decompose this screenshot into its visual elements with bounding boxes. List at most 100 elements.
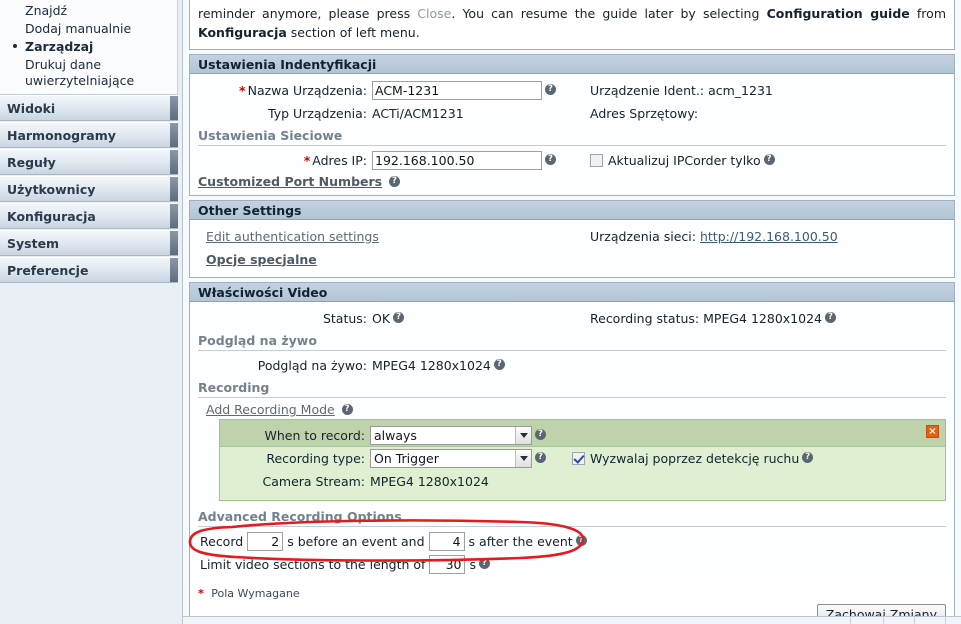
notice-text-part1: reminder anymore, please press (198, 6, 418, 21)
sidebar-item-drukuj-dane[interactable]: Drukuj dane uwierzytelniające (0, 56, 177, 90)
application-window: Znajdź Dodaj manualnie Zarządzaj Drukuj … (0, 0, 961, 624)
sidebar-item-preferencje[interactable]: Preferencje (0, 257, 178, 283)
sidebar-nav-label: System (7, 235, 60, 251)
close-link[interactable]: Close (417, 6, 451, 21)
help-icon[interactable]: ? (388, 176, 400, 187)
help-icon[interactable]: ? (535, 452, 546, 463)
recording-mode-block: × When to record: always ? Recording typ… (219, 419, 946, 501)
status-divider (914, 617, 915, 624)
help-icon[interactable]: ? (535, 429, 546, 440)
when-to-record-label: When to record: (264, 428, 365, 443)
help-icon[interactable]: ? (824, 311, 836, 323)
edit-authentication-settings-link[interactable]: Edit authentication settings (206, 229, 379, 244)
limit-suffix-label: s (469, 556, 476, 572)
when-to-record-row: When to record: always ? (226, 424, 939, 447)
live-preview-row: Podgląd na żywo: MPEG4 1280x1024 ? (198, 354, 946, 376)
network-settings-subheader: Ustawienia Sieciowe (198, 126, 946, 146)
edit-auth-row: Edit authentication settings Urządzenia … (198, 225, 946, 247)
notice-bold-configuration-guide: Configuration guide (766, 6, 910, 21)
limit-prefix-label: Limit video sections to the length of (200, 556, 426, 572)
help-icon[interactable]: ? (545, 83, 556, 95)
status-divider (883, 617, 884, 624)
bottom-status-bar (183, 616, 961, 624)
required-asterisk: * (198, 587, 204, 600)
network-device-url-link[interactable]: http://192.168.100.50 (696, 229, 838, 244)
when-to-record-value: always (374, 428, 417, 443)
notice-bold-konfiguracja: Konfiguracja (198, 25, 287, 40)
help-icon[interactable]: ? (393, 311, 405, 323)
special-options-row: Opcje specjalne (198, 248, 946, 270)
nav-edge-cap (170, 123, 178, 147)
recording-status-label: Recording status: (590, 310, 700, 326)
notice-text-part3: from (909, 6, 946, 21)
device-name-label: * Nazwa Urządzenia: (198, 83, 372, 98)
when-to-record-select[interactable]: always (370, 426, 532, 445)
identification-section-body: *Nazwa Urządzenia: ? Urządzenie Ident.: … (190, 74, 954, 195)
advanced-recording-options-subheader: Advanced Recording Options (198, 507, 946, 527)
ip-address-label-text: Adres IP: (312, 152, 367, 168)
device-ident-value: acm_1231 (708, 82, 773, 98)
sidebar-nav-label: Reguły (7, 154, 56, 170)
camera-stream-label: Camera Stream: (262, 474, 365, 489)
special-options-link[interactable]: Opcje specjalne (206, 252, 317, 267)
device-name-row: *Nazwa Urządzenia: ? Urządzenie Ident.: … (198, 79, 946, 101)
nav-edge-cap (170, 258, 178, 282)
sidebar-nav-label: Preferencje (7, 262, 89, 278)
update-ipcorder-only-checkbox[interactable] (590, 153, 603, 167)
sidebar-item-konfiguracja[interactable]: Konfiguracja (0, 203, 178, 229)
nav-edge-cap (170, 150, 178, 174)
sidebar-item-znajdz[interactable]: Znajdź (0, 2, 177, 20)
device-type-row: Typ Urządzenia: ACTi/ACM1231 Adres Sprzę… (198, 102, 946, 124)
nav-edge-cap (170, 177, 178, 201)
sidebar-sub-label: Dodaj manualnie (25, 21, 132, 36)
help-icon[interactable]: ? (802, 452, 814, 463)
record-mid-label: s before an event and (287, 533, 425, 549)
motion-detection-checkbox[interactable] (572, 452, 585, 465)
sidebar-item-uzytkownicy[interactable]: Użytkownicy (0, 176, 178, 202)
sidebar-item-dodaj-manualnie[interactable]: Dodaj manualnie (0, 20, 177, 38)
sidebar-item-harmonogramy[interactable]: Harmonogramy (0, 122, 178, 148)
video-section-body: Status: OK ? Recording status: MPEG4 128… (190, 302, 954, 582)
status-row: Status: OK ? Recording status: MPEG4 128… (198, 307, 946, 329)
device-name-input[interactable] (372, 80, 542, 100)
help-icon[interactable]: ? (545, 153, 556, 165)
chevron-down-icon (515, 450, 531, 467)
sidebar-sub-list: Znajdź Dodaj manualnie Zarządzaj Drukuj … (0, 0, 178, 95)
device-name-label-text: Nazwa Urządzenia: (247, 82, 367, 98)
sidebar-sub-label: Zarządzaj (25, 39, 94, 54)
video-properties-panel: Właściwości Video Status: OK ? Recording… (189, 282, 955, 624)
device-ident-label: Urządzenie Ident.: (590, 82, 705, 98)
other-settings-section-header: Other Settings (190, 201, 954, 220)
hw-address-label: Adres Sprzętowy: (590, 105, 699, 121)
video-section-header: Właściwości Video (190, 283, 954, 302)
help-icon[interactable]: ? (341, 404, 353, 415)
sidebar-item-widoki[interactable]: Widoki (0, 95, 178, 121)
ip-address-label: * Adres IP: (198, 153, 372, 168)
recording-type-select[interactable]: On Trigger (370, 449, 532, 468)
required-asterisk: * (303, 152, 311, 168)
limit-length-input[interactable] (429, 554, 466, 574)
record-post-event-input[interactable] (428, 531, 465, 551)
identification-settings-panel: Ustawienia Indentyfikacji * Nazwa Urządze… (189, 54, 955, 196)
notice-text-part2: . You can resume the guide later by sele… (451, 6, 767, 21)
sidebar-item-reguly[interactable]: Reguły (0, 149, 178, 175)
help-icon[interactable]: ? (575, 534, 587, 546)
customized-port-numbers-link[interactable]: Customized Port Numbers (198, 174, 382, 189)
required-fields-note: * Pola Wymagane (190, 582, 954, 600)
other-settings-panel: Other Settings Edit authentication setti… (189, 200, 955, 278)
ip-address-input[interactable] (372, 150, 542, 170)
help-icon[interactable]: ? (763, 153, 775, 165)
sidebar-item-system[interactable]: System (0, 230, 178, 256)
recording-type-row: Recording type: On Trigger ? Wyzwalaj po… (226, 447, 939, 470)
sidebar-item-zarzadzaj[interactable]: Zarządzaj (0, 38, 177, 56)
help-icon[interactable]: ? (478, 557, 490, 569)
help-icon[interactable]: ? (493, 358, 505, 370)
status-value: OK (372, 310, 391, 326)
notice-text-part4: section of left menu. (286, 25, 420, 40)
ip-address-row: *Adres IP: ? Aktualizuj IPCorder tylko ? (198, 149, 946, 171)
network-devices-label: Urządzenia sieci: (590, 228, 696, 244)
record-pre-event-input[interactable] (247, 531, 284, 551)
add-recording-mode-link[interactable]: Add Recording Mode (206, 402, 335, 417)
device-type-label: Typ Urządzenia: (268, 105, 367, 121)
delete-recording-mode-button[interactable]: × (926, 425, 939, 438)
